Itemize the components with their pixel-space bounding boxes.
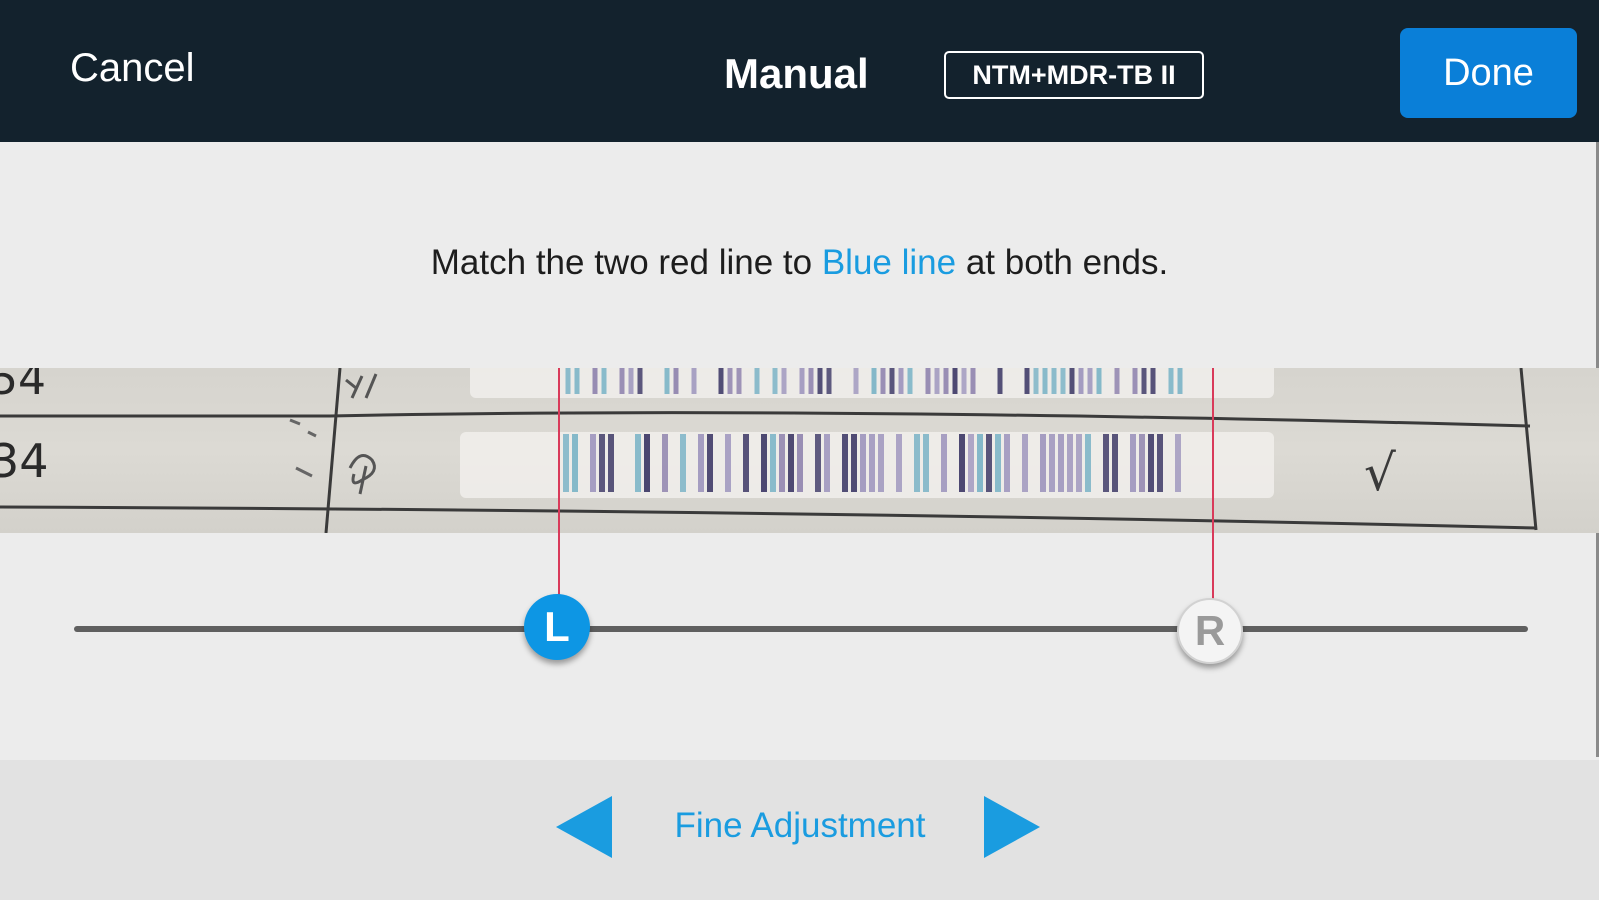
right-guide-line: [1212, 368, 1214, 600]
page-title: Manual: [724, 50, 869, 97]
next-button[interactable]: [984, 796, 1040, 858]
top-bar: Cancel Manual NTM+MDR-TB II Done: [0, 0, 1599, 142]
row-label-top: 54: [0, 368, 46, 405]
previous-button[interactable]: [556, 796, 612, 858]
cancel-button[interactable]: Cancel: [70, 46, 195, 91]
test-strip-photo: 54 34 √: [0, 368, 1599, 533]
instruction-text: Match the two red line to Blue line at b…: [0, 243, 1599, 283]
alignment-slider-track: [74, 626, 1528, 632]
triangle-left-icon: [556, 796, 612, 858]
triangle-right-icon: [984, 796, 1040, 858]
kit-badge: NTM+MDR-TB II: [944, 51, 1204, 99]
done-button[interactable]: Done: [1400, 28, 1577, 118]
left-slider-handle[interactable]: L: [524, 594, 590, 660]
instruction-text-before: Match the two red line to: [430, 243, 822, 282]
fine-adjustment-label: Fine Adjustment: [674, 806, 926, 845]
right-slider-handle[interactable]: R: [1177, 598, 1243, 664]
left-guide-line: [558, 368, 560, 596]
row-label-bottom: 34: [0, 434, 49, 488]
strip-photo-drawing: [0, 368, 1538, 533]
instruction-highlight: Blue line: [821, 243, 957, 282]
instruction-text-after: at both ends.: [956, 243, 1169, 282]
check-mark: √: [1364, 444, 1396, 502]
